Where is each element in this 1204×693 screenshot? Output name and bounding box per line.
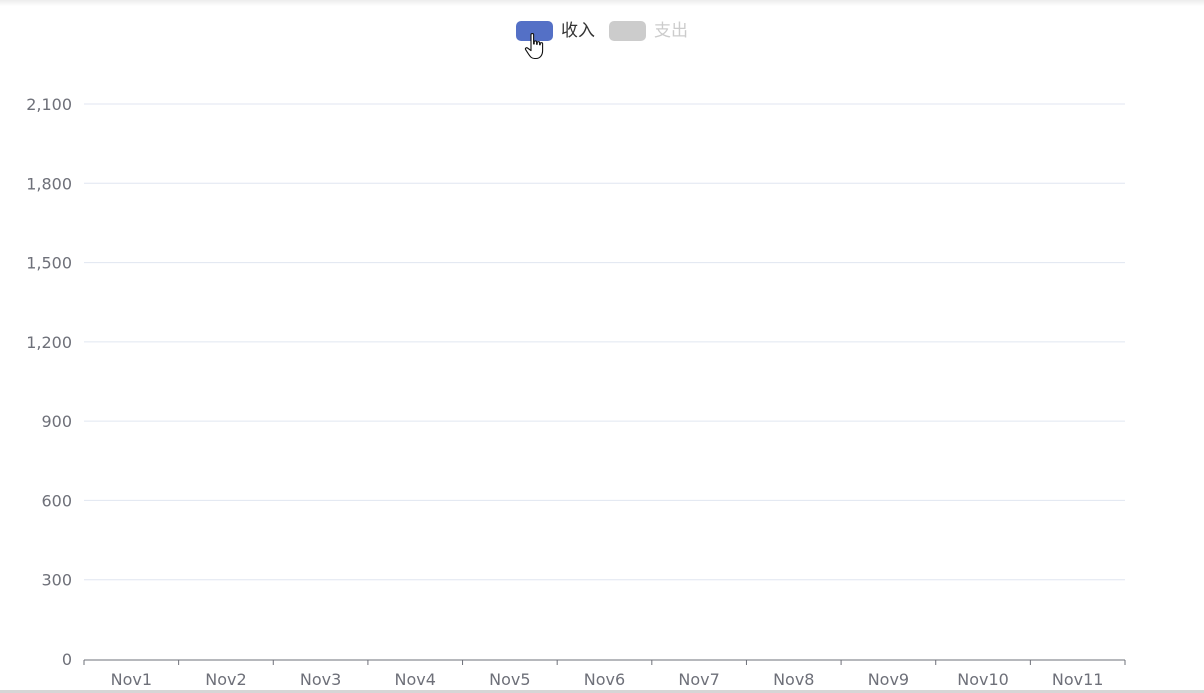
y-tick-label: 1,200: [26, 333, 72, 352]
x-tick-label: Nov8: [773, 670, 814, 689]
x-axis: Nov1 Nov2 Nov3 Nov4 Nov5 Nov6 Nov7 Nov8 Nov9 Nov1…: [83, 659, 1126, 689]
grid-lines: [84, 103, 1125, 581]
x-tick-label: Nov3: [300, 670, 341, 689]
y-tick-label: 2,100: [26, 95, 72, 114]
y-tick-label: 1,500: [26, 254, 72, 273]
y-tick-label: 0: [62, 650, 72, 669]
y-tick-label: 900: [41, 412, 72, 431]
x-tick-label: Nov5: [489, 670, 530, 689]
x-tick-label: Nov4: [395, 670, 436, 689]
x-tick-label: Nov7: [678, 670, 719, 689]
x-tick-label: Nov2: [205, 670, 246, 689]
x-tick-label: Nov1: [111, 670, 152, 689]
x-tick-label: Nov11: [1052, 670, 1104, 689]
x-tick-label: Nov10: [957, 670, 1009, 689]
chart-area: 03006009001,2001,5001,8002,100 Nov1 Nov2 N…: [26, 95, 1126, 689]
y-tick-label: 1,800: [26, 174, 72, 193]
y-axis-ticks: 0 300 600 900 1,200 1,500 1,800 2,100: [26, 95, 72, 669]
x-tick-label: Nov6: [584, 670, 625, 689]
y-tick-label: 300: [41, 571, 72, 590]
y-tick-label: 600: [41, 491, 72, 510]
chart-page: 收入 支出 0 300 600 900 1,200 1,500 1,800 2,100 Nov…: [0, 0, 1204, 693]
x-tick-label: Nov9: [868, 670, 909, 689]
